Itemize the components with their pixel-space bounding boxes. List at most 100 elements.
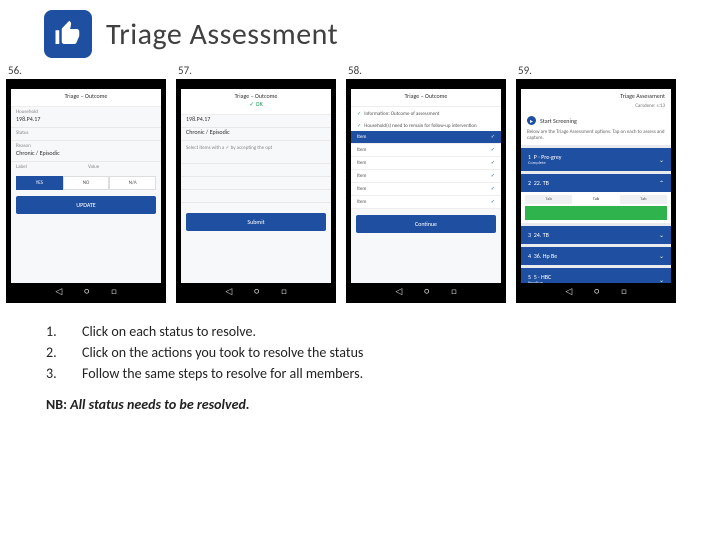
info-text: Information: Outcome of assessment <box>364 111 439 117</box>
instructions-list: 1.Click on each status to resolve. 2.Cli… <box>0 303 720 384</box>
nb-label: NB: <box>46 396 67 413</box>
check-row[interactable]: Item✓ <box>351 170 501 183</box>
chevron-down-icon: ⌄ <box>659 276 664 284</box>
ok-badge: ✓ OK <box>249 100 262 108</box>
screen-title: Triage Assessment <box>521 89 671 103</box>
update-button[interactable]: UPDATE <box>16 196 156 214</box>
check-row[interactable]: Item✓ <box>351 183 501 196</box>
mini-tab[interactable]: Tab <box>525 195 572 204</box>
page-title: Triage Assessment <box>106 16 338 53</box>
label: Reason <box>11 141 161 149</box>
nav-recent-icon[interactable]: □ <box>621 287 626 296</box>
acc-num: 1 <box>528 153 531 161</box>
screen-57: Triage – Outcome ✓ OK 198.P4.17 Chronic … <box>181 89 331 283</box>
option-row[interactable] <box>181 177 331 190</box>
option-row[interactable] <box>181 164 331 177</box>
nav-home-icon[interactable]: ○ <box>594 287 599 296</box>
screen-title: Triage – Outcome <box>351 89 501 107</box>
nb-note: NB: All status needs to be resolved. <box>0 384 720 413</box>
acc-title: 36. Hp Be <box>534 252 557 260</box>
step-num: 2. <box>46 342 62 363</box>
phone-57: Triage – Outcome ✓ OK 198.P4.17 Chronic … <box>176 79 336 303</box>
chevron-down-icon: ⌄ <box>659 231 664 239</box>
screenshots-row: 56. Triage – Outcome Household 198.P4.17… <box>0 62 720 303</box>
value: Chronic / Episodic <box>181 128 331 141</box>
info-line: ✓Household(s) need to remain for follow-… <box>351 119 501 131</box>
label: Value <box>88 162 156 170</box>
phone-58: Triage – Outcome ✓Information: Outcome o… <box>346 79 506 303</box>
accordion-item[interactable]: 2 22. TB⌃ <box>521 174 671 192</box>
android-nav: ◁ ○ □ <box>521 283 671 297</box>
accordion-body: Tab Tab Tab <box>521 192 671 223</box>
chip-yes[interactable]: YES <box>16 176 63 190</box>
section-header: ▸ Start Screening <box>521 112 671 129</box>
green-action-button[interactable] <box>525 206 667 220</box>
acc-num: 5 <box>528 273 531 281</box>
acc-num: 4 <box>528 252 531 260</box>
step-number-59: 59. <box>516 64 532 77</box>
accordion-item[interactable]: 3 24. TB⌄ <box>521 226 671 244</box>
check-row[interactable]: Item✓ <box>351 196 501 209</box>
acc-status: Pending <box>528 281 551 283</box>
nb-text: All status needs to be resolved. <box>70 396 249 413</box>
nav-recent-icon[interactable]: □ <box>111 287 116 296</box>
phone-59: Triage Assessment Carsdene: s:13 ▸ Start… <box>516 79 676 303</box>
info-text: Household(s) need to remain for follow-u… <box>364 123 476 129</box>
info-line: ✓Information: Outcome of assessment <box>351 107 501 119</box>
step-number-56: 56. <box>6 64 22 77</box>
mini-tabs: Tab Tab Tab <box>525 195 667 204</box>
chevron-down-icon: ⌄ <box>659 252 664 260</box>
nav-recent-icon[interactable]: □ <box>451 287 456 296</box>
android-nav: ◁ ○ □ <box>11 283 161 297</box>
android-nav: ◁ ○ □ <box>351 283 501 297</box>
screen-56: Triage – Outcome Household 198.P4.17 Sta… <box>11 89 161 283</box>
chip-no[interactable]: NO <box>63 176 110 190</box>
hint-text: Select items with a ✓ by accepting the o… <box>181 141 331 151</box>
nav-home-icon[interactable]: ○ <box>424 287 429 296</box>
option-row[interactable] <box>181 151 331 164</box>
value: 198.P4.17 <box>181 115 331 128</box>
toggle-group: YES NO N/A <box>11 174 161 190</box>
accordion-item[interactable]: 1 P · Pre-greyComplete ⌄ <box>521 148 671 171</box>
step-number-57: 57. <box>176 64 192 77</box>
acc-status: Complete <box>528 161 562 166</box>
nav-back-icon[interactable]: ◁ <box>395 287 402 296</box>
step-num: 1. <box>46 321 62 342</box>
mini-tab[interactable]: Tab <box>620 195 667 204</box>
nav-home-icon[interactable]: ○ <box>254 287 259 296</box>
nav-back-icon[interactable]: ◁ <box>565 287 572 296</box>
check-row[interactable]: Item✓ <box>351 157 501 170</box>
nav-home-icon[interactable]: ○ <box>84 287 89 296</box>
label: Status <box>11 128 161 136</box>
value: 198.P4.17 <box>11 115 161 128</box>
hint-text: Below are the Triage Assessment options.… <box>521 129 671 145</box>
step-text: Click on each status to resolve. <box>82 321 256 342</box>
check-row[interactable]: Item✓ <box>351 131 501 144</box>
acc-title: 22. TB <box>534 179 549 187</box>
submit-button[interactable]: Submit <box>186 213 326 231</box>
label: Household <box>11 107 161 115</box>
android-nav: ◁ ○ □ <box>181 283 331 297</box>
accordion-item[interactable]: 4 36. Hp Be ⌄ <box>521 247 671 265</box>
nav-recent-icon[interactable]: □ <box>281 287 286 296</box>
nav-back-icon[interactable]: ◁ <box>225 287 232 296</box>
chip-na[interactable]: N/A <box>109 176 156 190</box>
option-row[interactable] <box>181 190 331 203</box>
screen-sub: Carsdene: s:13 <box>521 103 671 112</box>
step-number-58: 58. <box>346 64 362 77</box>
acc-title: 5 · HBC <box>534 273 551 281</box>
accordion-item[interactable]: 5 5 · HBCPending ⌄ <box>521 268 671 283</box>
value: Chronic / Episodic <box>11 149 161 162</box>
phone-56: Triage – Outcome Household 198.P4.17 Sta… <box>6 79 166 303</box>
chevron-down-icon: ⌄ <box>659 156 664 164</box>
nav-back-icon[interactable]: ◁ <box>55 287 62 296</box>
screen-title: Triage – Outcome <box>11 89 161 107</box>
thumbs-up-icon <box>53 19 83 49</box>
screen-59: Triage Assessment Carsdene: s:13 ▸ Start… <box>521 89 671 283</box>
continue-button[interactable]: Continue <box>356 215 496 233</box>
check-row[interactable]: Item✓ <box>351 144 501 157</box>
mini-tab[interactable]: Tab <box>572 195 619 204</box>
label: Label <box>16 162 84 170</box>
chevron-up-icon: ⌃ <box>659 179 664 187</box>
acc-title: P · Pre-grey <box>534 153 562 161</box>
